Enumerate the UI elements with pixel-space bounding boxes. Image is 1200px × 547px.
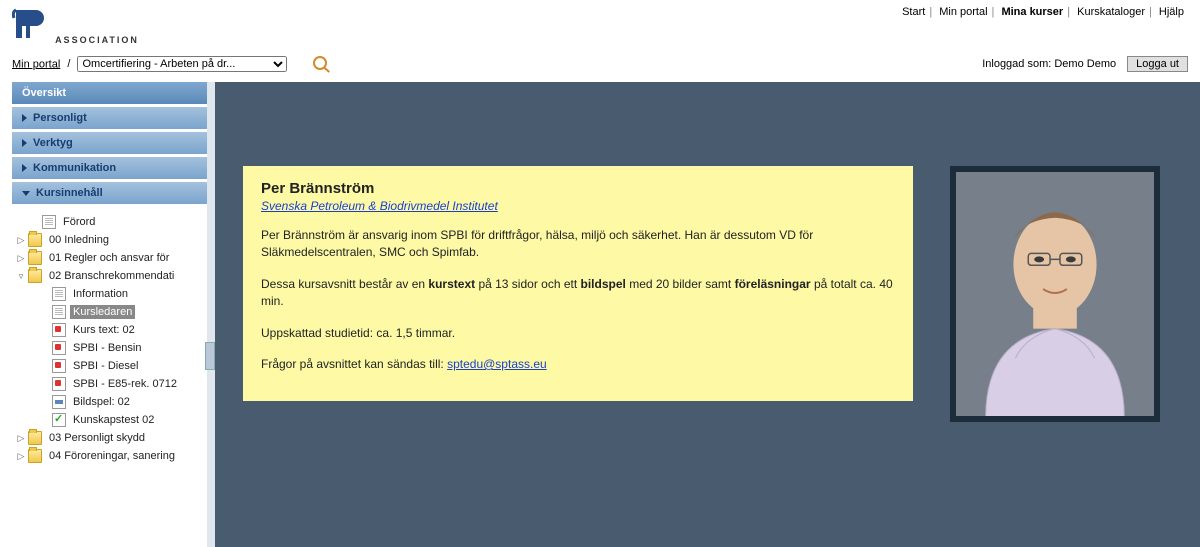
course-select[interactable]: Omcertifiering - Arbeten på dr... bbox=[77, 56, 287, 72]
tree-item-information[interactable]: Information bbox=[16, 285, 207, 303]
course-tree: Förord ▷00 Inledning ▷01 Regler och ansv… bbox=[12, 207, 207, 465]
tree-item-kurstext[interactable]: Kurs text: 02 bbox=[16, 321, 207, 339]
sidebar-item-kommunikation[interactable]: Kommunikation bbox=[12, 157, 207, 179]
logged-in-user: Demo Demo bbox=[1054, 58, 1116, 70]
chevron-right-icon bbox=[22, 164, 27, 172]
tree-item-02[interactable]: ▿02 Branschrekommendati bbox=[16, 267, 207, 285]
chevron-down-icon bbox=[22, 191, 30, 196]
nav-min-portal[interactable]: Min portal bbox=[935, 6, 991, 18]
sidebar-item-personligt[interactable]: Personligt bbox=[12, 107, 207, 129]
logo-icon bbox=[12, 6, 48, 45]
instructor-photo bbox=[950, 166, 1160, 422]
info-card: Per Brännström Svenska Petroleum & Biodr… bbox=[243, 166, 913, 401]
tree-item-kursledaren[interactable]: Kursledaren bbox=[16, 303, 207, 321]
pdf-icon bbox=[52, 323, 66, 337]
pdf-icon bbox=[52, 341, 66, 355]
splitter[interactable] bbox=[207, 82, 215, 547]
breadcrumb-separator: / bbox=[63, 58, 74, 70]
page-icon bbox=[52, 305, 66, 319]
folder-icon bbox=[28, 269, 42, 283]
folder-icon bbox=[28, 449, 42, 463]
tree-item-diesel[interactable]: SPBI - Diesel bbox=[16, 357, 207, 375]
chevron-right-icon bbox=[22, 139, 27, 147]
tree-item-01[interactable]: ▷01 Regler och ansvar för bbox=[16, 249, 207, 267]
content-pane: Per Brännström Svenska Petroleum & Biodr… bbox=[215, 82, 1200, 547]
tree-item-kunskapstest[interactable]: Kunskapstest 02 bbox=[16, 411, 207, 429]
page-icon bbox=[42, 215, 56, 229]
test-icon bbox=[52, 413, 66, 427]
tree-item-bensin[interactable]: SPBI - Bensin bbox=[16, 339, 207, 357]
nav-hjalp[interactable]: Hjälp bbox=[1155, 6, 1188, 18]
contact-email-link[interactable]: sptedu@sptass.eu bbox=[447, 357, 547, 371]
folder-icon bbox=[28, 431, 42, 445]
tree-item-e85[interactable]: SPBI - E85-rek. 0712 bbox=[16, 375, 207, 393]
page-icon bbox=[52, 287, 66, 301]
brand-logo: ASSOCIATION bbox=[12, 6, 139, 45]
study-time: Uppskattad studietid: ca. 1,5 timmar. bbox=[261, 325, 895, 342]
nav-mina-kurser[interactable]: Mina kurser bbox=[997, 6, 1067, 18]
course-description: Dessa kursavsnitt består av en kurstext … bbox=[261, 276, 895, 311]
tree-item-04[interactable]: ▷04 Föroreningar, sanering bbox=[16, 447, 207, 465]
top-nav: Start| Min portal| Mina kurser| Kurskata… bbox=[898, 6, 1188, 18]
instructor-bio: Per Brännström är ansvarig inom SPBI för… bbox=[261, 227, 895, 262]
logout-button[interactable]: Logga ut bbox=[1127, 56, 1188, 72]
session-info: Inloggad som: Demo Demo Logga ut bbox=[982, 56, 1188, 72]
pdf-icon bbox=[52, 377, 66, 391]
instructor-name: Per Brännström bbox=[261, 180, 895, 197]
tree-item-bildspel[interactable]: Bildspel: 02 bbox=[16, 393, 207, 411]
institute-link[interactable]: Svenska Petroleum & Biodrivmedel Institu… bbox=[261, 199, 498, 213]
sidebar-item-kursinnehall[interactable]: Kursinnehåll bbox=[12, 182, 207, 204]
tree-item-00[interactable]: ▷00 Inledning bbox=[16, 231, 207, 249]
splitter-handle-icon[interactable] bbox=[205, 342, 215, 370]
chevron-right-icon bbox=[22, 114, 27, 122]
contact-line: Frågor på avsnittet kan sändas till: spt… bbox=[261, 356, 895, 373]
nav-start[interactable]: Start bbox=[898, 6, 929, 18]
sidebar-item-verktyg[interactable]: Verktyg bbox=[12, 132, 207, 154]
logo-text: ASSOCIATION bbox=[55, 35, 139, 45]
slides-icon bbox=[52, 395, 66, 409]
logged-in-label: Inloggad som: bbox=[982, 58, 1054, 70]
breadcrumb-portal-link[interactable]: Min portal bbox=[12, 58, 60, 70]
folder-icon bbox=[28, 251, 42, 265]
tree-item-forord[interactable]: Förord bbox=[16, 213, 207, 231]
sidebar-header-oversikt[interactable]: Översikt bbox=[12, 82, 207, 104]
search-icon[interactable] bbox=[313, 56, 327, 73]
tree-item-03[interactable]: ▷03 Personligt skydd bbox=[16, 429, 207, 447]
nav-kurskataloger[interactable]: Kurskataloger bbox=[1073, 6, 1149, 18]
folder-icon bbox=[28, 233, 42, 247]
sidebar: Översikt Personligt Verktyg Kommunikatio… bbox=[12, 82, 207, 547]
pdf-icon bbox=[52, 359, 66, 373]
